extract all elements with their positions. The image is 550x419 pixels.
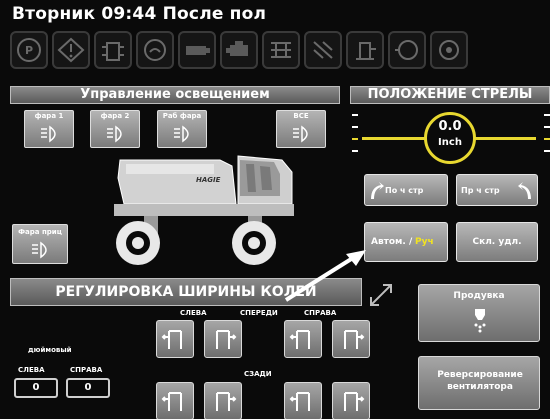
- rear-right-widen-button[interactable]: [332, 382, 370, 419]
- track-widen-icon: [344, 330, 365, 349]
- right-track-readout: 0: [66, 378, 110, 398]
- front-right-narrow-button[interactable]: [284, 320, 322, 358]
- all-lights-button[interactable]: ВСЕ: [276, 110, 326, 148]
- parking-brake-icon: P: [10, 31, 48, 69]
- track-narrow-icon: [289, 392, 310, 411]
- warning-lights-row: P: [10, 31, 550, 71]
- track-narrow-icon: [289, 330, 310, 349]
- vehicle-brand: HAGIE: [196, 176, 221, 184]
- track-widen-icon: [344, 392, 365, 411]
- boom-height-indicator: 0.0 Inch: [348, 106, 550, 168]
- headlight-icon: [174, 125, 189, 143]
- svg-text:P: P: [25, 44, 33, 57]
- headlight-icon: [41, 125, 56, 143]
- trailer-light-label: Фара приц: [18, 228, 62, 236]
- filter-icon: [430, 31, 468, 69]
- lighting-control-title: Управление освещением: [10, 86, 340, 104]
- boom-height-unit: Inch: [438, 137, 462, 148]
- engine-icon: [220, 31, 258, 69]
- expand-icon[interactable]: [368, 282, 394, 308]
- headlight-1-button[interactable]: фара 1: [24, 110, 74, 148]
- front-right-widen-button[interactable]: [332, 320, 370, 358]
- boom-position-title: ПОЛОЖЕНИЕ СТРЕЛЫ: [350, 86, 550, 104]
- work-light-label: Раб фара: [162, 112, 202, 120]
- rear-right-narrow-button[interactable]: [284, 382, 322, 419]
- front-label: СПЕРЕДИ: [240, 309, 278, 317]
- rear-label: СЗАДИ: [244, 370, 272, 378]
- front-left-narrow-button[interactable]: [156, 320, 194, 358]
- front-left-label: СЛЕВА: [180, 309, 207, 317]
- boom-collapse-extend-label: Скл. удл.: [472, 237, 522, 247]
- right-boom-fold-button[interactable]: Пр ч стр: [456, 174, 538, 206]
- manual-mode-label: Руч: [415, 237, 434, 247]
- fan-reverse-label: Реверсирование вентилятора: [437, 370, 523, 392]
- blowout-button[interactable]: Продувка: [418, 284, 540, 342]
- front-right-label: СПРАВА: [304, 309, 337, 317]
- fold-arrow-icon: [518, 182, 531, 199]
- trailer-light-button[interactable]: Фара приц: [12, 224, 68, 264]
- units-label: дюймовый: [28, 346, 72, 354]
- fan-reverse-button[interactable]: Реверсирование вентилятора: [418, 356, 540, 410]
- front-left-widen-button[interactable]: [204, 320, 242, 358]
- track-narrow-icon: [161, 392, 182, 411]
- rear-left-narrow-button[interactable]: [156, 382, 194, 419]
- track-narrow-icon: [161, 330, 182, 349]
- track-widen-icon: [216, 392, 237, 411]
- header-datetime: Вторник 09:44 После пол: [12, 4, 267, 24]
- blowout-label: Продувка: [453, 291, 505, 301]
- headlight-1-label: фара 1: [34, 112, 64, 120]
- oil-level-icon: [346, 31, 384, 69]
- track-widen-icon: [216, 330, 237, 349]
- left-track-readout: 0: [14, 378, 58, 398]
- all-lights-label: ВСЕ: [293, 112, 309, 120]
- right-boom-fold-label: Пр ч стр: [461, 186, 500, 195]
- headlight-icon: [107, 125, 122, 143]
- headlight-2-label: фара 2: [100, 112, 130, 120]
- work-light-button[interactable]: Раб фара: [157, 110, 207, 148]
- headlight-icon: [293, 125, 308, 143]
- left-level-ticks: [352, 114, 358, 162]
- right-level-ticks: [544, 114, 550, 162]
- oil-pressure-icon: [178, 31, 216, 69]
- sprayer-vehicle-illustration: [114, 155, 294, 265]
- headlight-2-button[interactable]: фара 2: [90, 110, 140, 148]
- headlight-icon: [32, 241, 47, 259]
- boom-height-value: 0.0: [438, 119, 462, 134]
- auto-mode-label: Автом. /: [371, 237, 413, 247]
- fold-arrow-icon: [371, 182, 384, 199]
- warning-triangle-icon: [52, 31, 90, 69]
- rear-left-widen-button[interactable]: [204, 382, 242, 419]
- boom-collapse-extend-button[interactable]: Скл. удл.: [456, 222, 538, 262]
- hydraulic-icon: [304, 31, 342, 69]
- coolant-icon: [136, 31, 174, 69]
- readout-right-label: СПРАВА: [70, 366, 103, 374]
- engine-check-icon: [388, 31, 426, 69]
- blowout-nozzle-icon: [474, 309, 486, 333]
- auto-manual-toggle-button[interactable]: Автом. / Руч: [364, 222, 448, 262]
- left-boom-fold-button[interactable]: По ч стр: [364, 174, 448, 206]
- left-boom-fold-label: По ч стр: [385, 186, 424, 195]
- transmission-icon: [262, 31, 300, 69]
- track-width-title: РЕГУЛИРОВКА ШИРИНЫ КОЛЕИ: [10, 278, 362, 306]
- readout-left-label: СЛЕВА: [18, 366, 45, 374]
- display-screen: Вторник 09:44 После пол P Управление осв…: [0, 0, 550, 419]
- fuel-filter-icon: [94, 31, 132, 69]
